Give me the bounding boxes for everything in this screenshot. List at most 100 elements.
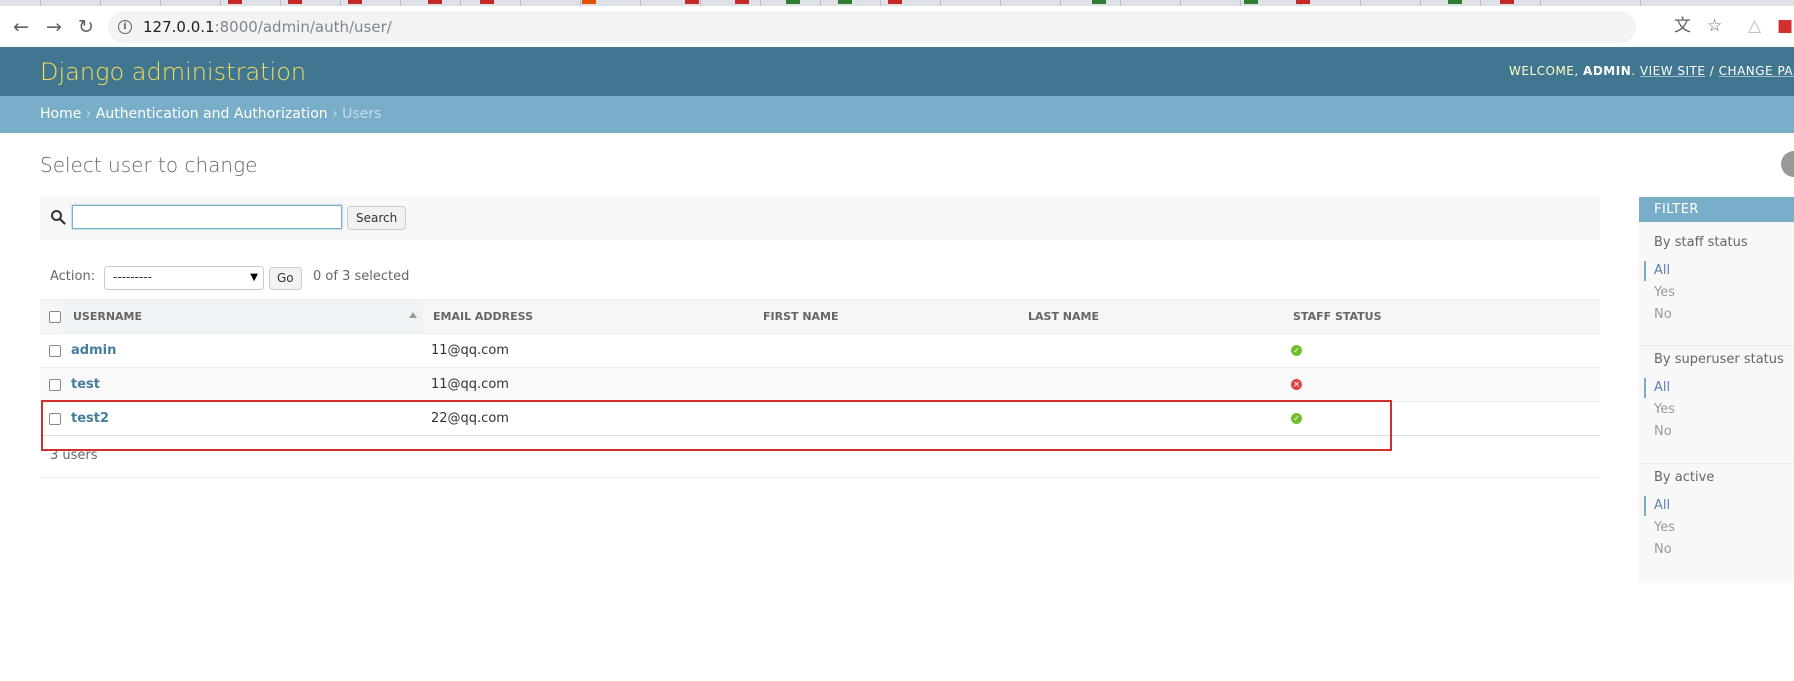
column-header-label: EMAIL ADDRESS [433,310,534,323]
reload-icon[interactable]: ↻ [73,14,99,40]
url-host: 127.0.0.1 [143,18,215,36]
email-cell: 11@qq.com [423,333,753,368]
filter-panel: FILTER By staff status All Yes No By sup… [1639,197,1794,583]
tab-favicon-icon [228,0,242,4]
filter-group-title: By active [1654,470,1715,485]
filter-group-title: By staff status [1654,235,1748,250]
change-password-link[interactable]: CHANGE PASSWORD [1719,64,1794,78]
action-label: Action: [50,269,96,284]
user-tools-separator: / [1709,64,1715,78]
staff-status-cell: ✕ [1283,367,1600,402]
select-all-checkbox[interactable] [49,311,61,323]
browser-toolbar: ← → ↻ i 127.0.0.1:8000/admin/auth/user/ … [0,6,1794,48]
username-link[interactable]: test [71,377,100,392]
staff-status-cell: ✓ [1283,333,1600,368]
tab-favicon-icon [735,0,749,4]
select-all-cell [40,299,63,334]
url-text: 127.0.0.1:8000/admin/auth/user/ [143,18,392,36]
column-header-last-name[interactable]: LAST NAME [1018,299,1283,334]
row-checkbox[interactable] [49,378,61,391]
table-header-row: USERNAME EMAIL ADDRESS FIRST NAME LAST N… [40,299,1600,334]
filter-option-all[interactable]: All [1654,380,1670,395]
view-site-link[interactable]: VIEW SITE [1640,64,1706,78]
first-name-cell [753,333,1018,368]
last-name-cell [1018,333,1283,368]
row-checkbox[interactable] [49,344,61,357]
tab-favicon-icon [1092,0,1106,4]
tab-favicon-icon [888,0,902,4]
tab-favicon-icon [428,0,442,4]
divider [40,477,1600,478]
filter-title: FILTER [1639,197,1794,222]
column-header-label: LAST NAME [1028,310,1099,323]
address-bar[interactable]: i 127.0.0.1:8000/admin/auth/user/ [108,11,1636,43]
filter-option-all[interactable]: All [1654,498,1670,513]
filter-option-yes[interactable]: Yes [1654,520,1675,535]
forward-arrow-icon[interactable]: → [41,14,67,40]
welcome-text: WELCOME, [1509,64,1579,78]
filter-option-no[interactable]: No [1654,542,1672,557]
url-path: :8000/admin/auth/user/ [214,18,392,36]
search-input[interactable] [72,205,342,229]
filter-option-all[interactable]: All [1654,263,1670,278]
tab-favicon-icon [1448,0,1462,4]
table-row: test 11@qq.com ✕ [40,367,1600,402]
extension-icon[interactable]: ■ [1777,18,1793,35]
highlight-annotation-box [41,400,1392,451]
extension-icon[interactable]: △ [1748,18,1761,35]
admin-header: Django administration WELCOME, ADMIN. VI… [0,47,1794,96]
user-tools: WELCOME, ADMIN. VIEW SITE / CHANGE PASSW… [1509,64,1794,78]
back-arrow-icon[interactable]: ← [8,14,34,40]
filter-selected-indicator [1644,261,1646,281]
first-name-cell [753,367,1018,402]
column-header-first-name[interactable]: FIRST NAME [753,299,1018,334]
toggle-nav-button[interactable] [1781,151,1794,177]
search-button[interactable]: Search [347,206,407,230]
filter-option-no[interactable]: No [1654,424,1672,439]
go-button[interactable]: Go [269,267,302,290]
action-select-value: --------- [113,270,152,284]
column-header-label: FIRST NAME [763,310,839,323]
column-header-staff-status[interactable]: STAFF STATUS [1283,299,1600,334]
tab-favicon-icon [1244,0,1258,4]
tab-favicon-icon [348,0,362,4]
tab-favicon-icon [838,0,852,4]
breadcrumb: Home › Authentication and Authorization … [0,96,1794,133]
tab-favicon-icon [288,0,302,4]
username-cell: test [63,367,423,402]
filter-selected-indicator [1644,496,1646,516]
breadcrumb-separator: › [85,106,92,122]
breadcrumb-current: Users [342,106,382,122]
username-link[interactable]: admin [71,343,116,358]
sort-ascending-icon[interactable] [409,312,417,318]
filter-selected-indicator [1644,378,1646,398]
translate-icon[interactable]: 文 [1674,18,1691,35]
filter-option-yes[interactable]: Yes [1654,285,1675,300]
breadcrumb-app[interactable]: Authentication and Authorization [96,106,328,122]
tab-favicon-icon [1500,0,1514,4]
last-name-cell [1018,367,1283,402]
divider [1639,463,1794,464]
username-cell: admin [63,333,423,368]
cross-no-icon: ✕ [1291,379,1302,390]
tab-favicon-icon [1296,0,1310,4]
check-yes-icon: ✓ [1291,345,1302,356]
search-icon [51,210,66,225]
info-icon[interactable]: i [118,20,132,34]
tab-favicon-icon [480,0,494,4]
filter-group-title: By superuser status [1654,352,1784,367]
tab-favicon-icon [685,0,699,4]
filter-option-yes[interactable]: Yes [1654,402,1675,417]
search-toolbar: Search [40,197,1600,240]
breadcrumb-home[interactable]: Home [40,106,81,122]
action-select[interactable]: --------- ▼ [104,266,264,290]
site-branding[interactable]: Django administration [40,58,306,86]
column-header-email[interactable]: EMAIL ADDRESS [423,299,753,334]
filter-option-no[interactable]: No [1654,307,1672,322]
chevron-down-icon: ▼ [250,272,258,283]
table-row: admin 11@qq.com ✓ [40,333,1600,368]
divider [1639,345,1794,346]
tab-favicon-icon [786,0,800,4]
column-header-username[interactable]: USERNAME [63,299,423,334]
bookmark-star-icon[interactable]: ☆ [1707,18,1722,35]
